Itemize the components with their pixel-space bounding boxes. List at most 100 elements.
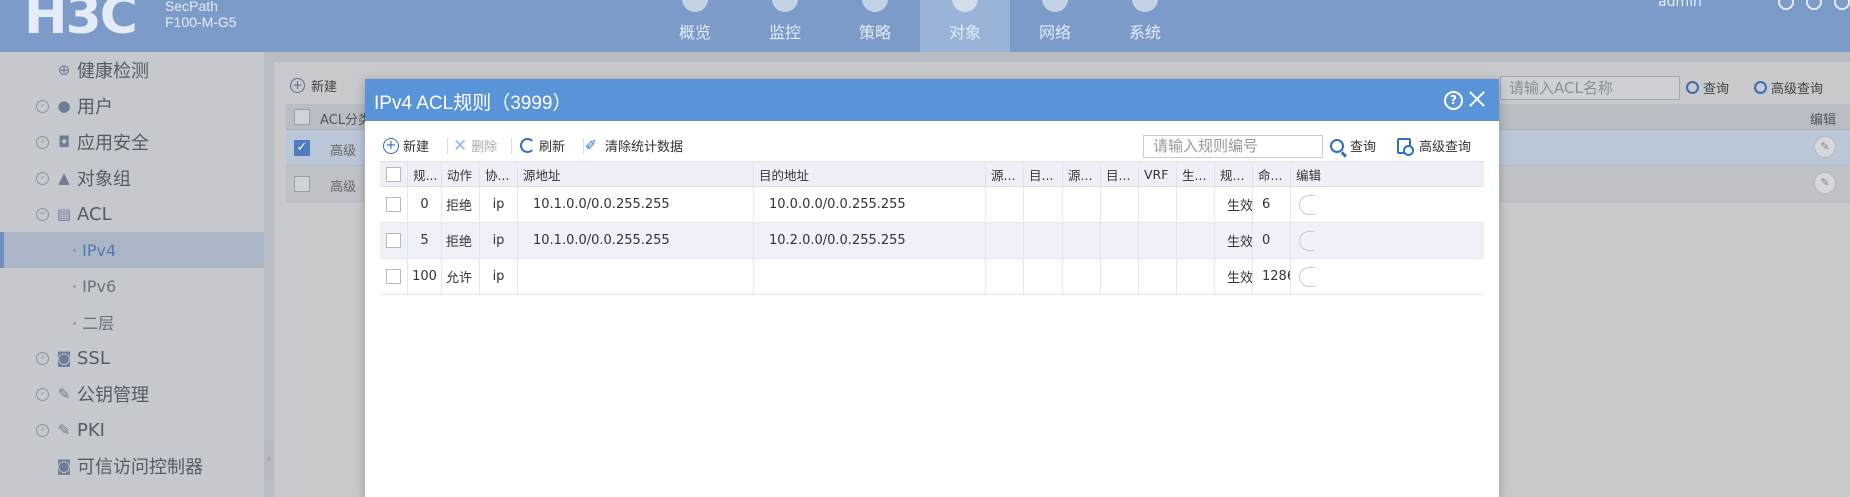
col-vrf[interactable]: VRF — [1139, 162, 1177, 186]
col-source-other[interactable]: 源... — [1063, 162, 1101, 186]
key-icon: ✎ — [57, 385, 71, 403]
row-checkbox[interactable]: ✓ — [294, 140, 310, 156]
table-row[interactable]: 0 拒绝 ip 10.1.0.0/0.0.255.255 10.0.0.0/0.… — [380, 187, 1484, 223]
policy-icon — [862, 0, 888, 12]
col-destination-other[interactable]: 目... — [1101, 162, 1139, 186]
bg-new-button[interactable]: 新建 — [311, 76, 337, 95]
close-icon[interactable] — [1467, 88, 1487, 110]
advanced-query-button[interactable]: 高级查询 — [1397, 136, 1471, 156]
row-checkbox[interactable] — [386, 269, 401, 284]
delete-icon: ✕ — [453, 135, 468, 156]
col-protocol[interactable]: 协... — [480, 162, 518, 186]
refresh-icon — [520, 138, 535, 153]
sidebar-item-acl[interactable]: − ▤ ACL — [0, 196, 264, 232]
rule-action: 允许 — [442, 259, 480, 294]
rule-destination: 10.0.0.0/0.0.255.255 — [754, 187, 986, 222]
expand-icon[interactable]: › — [36, 171, 49, 185]
col-effective-time[interactable]: 生... — [1177, 162, 1215, 186]
bg-query-button[interactable]: 查询 — [1686, 78, 1729, 97]
trusted-access-icon: ◙ — [56, 457, 72, 475]
sidebar-item-trusted-access[interactable]: ◙ 可信访问控制器 — [0, 448, 264, 484]
power-icon[interactable] — [1834, 0, 1850, 10]
sidebar-item-object-group[interactable]: › ▲ 对象组 — [0, 160, 264, 196]
edit-icon[interactable]: ✎ — [1814, 136, 1836, 158]
col-rule-status[interactable]: 规... — [1215, 162, 1253, 186]
refresh-button[interactable]: 刷新 — [520, 136, 565, 155]
acl-rules-dialog: IPv4 ACL规则（3999） ? + 新建 ✕ 删除 刷新 ✐ 清除统计数据 请输… — [365, 79, 1499, 497]
col-action[interactable]: 动作 — [442, 162, 480, 186]
sidebar-item-ipv4[interactable]: · IPv4 — [0, 232, 264, 268]
expand-icon[interactable]: › — [36, 387, 49, 401]
new-rule-button[interactable]: + 新建 — [383, 136, 429, 155]
rule-destination — [754, 259, 986, 294]
nav-overview[interactable]: 概览 — [650, 0, 740, 52]
header-tools: admin — [1658, 0, 1850, 10]
rule-protocol: ip — [480, 223, 518, 258]
delete-rule-button[interactable]: ✕ 删除 — [453, 136, 497, 155]
bg-advanced-query-button[interactable]: 高级查询 — [1754, 78, 1823, 97]
search-icon[interactable] — [1778, 0, 1794, 10]
sidebar-item-user[interactable]: › ● 用户 — [0, 88, 264, 124]
nav-network[interactable]: 网络 — [1010, 0, 1100, 52]
acl-icon: ▤ — [56, 205, 72, 223]
col-rule-id[interactable]: 规... — [408, 162, 442, 186]
rule-source — [518, 259, 754, 294]
expand-icon[interactable]: › — [36, 423, 49, 437]
col-source-port[interactable]: 源... — [986, 162, 1024, 186]
bg-toolbar: + 新建 — [290, 76, 337, 95]
table-row[interactable]: 5 拒绝 ip 10.1.0.0/0.0.255.255 10.2.0.0/0.… — [380, 223, 1484, 259]
col-source-address[interactable]: 源地址 — [518, 162, 754, 186]
search-icon — [1330, 138, 1344, 153]
nav-object[interactable]: 对象 — [920, 0, 1010, 52]
rule-protocol: ip — [480, 259, 518, 294]
nav-policy[interactable]: 策略 — [830, 0, 920, 52]
edit-icon[interactable]: ✎ — [1814, 172, 1836, 194]
sidebar-collapse-handle[interactable]: ‹ — [264, 440, 274, 480]
select-all-checkbox[interactable] — [294, 109, 310, 125]
select-all-checkbox[interactable] — [386, 166, 401, 182]
sidebar-item-health-check[interactable]: ⊕ 健康检测 — [0, 52, 264, 88]
user-icon: ● — [57, 97, 71, 115]
col-edit: 编辑 — [1296, 167, 1322, 183]
expand-icon[interactable]: › — [36, 99, 49, 113]
row-checkbox[interactable] — [386, 197, 401, 212]
query-button[interactable]: 查询 — [1330, 136, 1376, 155]
system-icon — [1132, 0, 1158, 12]
col-destination-port[interactable]: 目... — [1024, 162, 1063, 186]
rule-hits: 6 — [1253, 187, 1291, 222]
help-icon[interactable]: ? — [1444, 91, 1463, 110]
edit-button[interactable] — [1299, 230, 1315, 251]
advanced-search-icon — [1754, 81, 1767, 94]
edit-button[interactable] — [1299, 194, 1315, 215]
rule-status: 生效 — [1215, 187, 1253, 222]
user-menu[interactable]: admin — [1658, 0, 1766, 10]
toolbar-divider — [511, 138, 512, 154]
row-checkbox[interactable] — [294, 176, 310, 192]
nav-monitor[interactable]: 监控 — [740, 0, 830, 52]
col-destination-address[interactable]: 目的地址 — [754, 162, 986, 186]
sidebar-item-layer2[interactable]: · 二层 — [0, 304, 264, 340]
rule-status: 生效 — [1215, 223, 1253, 258]
expand-icon[interactable]: › — [36, 135, 49, 149]
nav-system[interactable]: 系统 — [1100, 0, 1190, 52]
sidebar-item-pki[interactable]: › ✎ PKI — [0, 412, 264, 448]
object-group-icon: ▲ — [58, 169, 70, 187]
row-checkbox[interactable] — [386, 233, 401, 248]
col-hit-count[interactable]: 命... — [1253, 162, 1291, 186]
device-model: SecPath F100-M-G5 — [165, 0, 237, 30]
sidebar-item-key-management[interactable]: › ✎ 公钥管理 — [0, 376, 264, 412]
expand-icon[interactable]: › — [36, 351, 49, 365]
dialog-toolbar: + 新建 ✕ 删除 刷新 ✐ 清除统计数据 — [365, 131, 1499, 161]
expand-icon[interactable]: − — [36, 207, 49, 221]
sidebar-item-ssl[interactable]: › ◙ SSL — [0, 340, 264, 376]
sidebar-item-ipv6[interactable]: · IPv6 — [0, 268, 264, 304]
sidebar-item-app-security[interactable]: › ◘ 应用安全 — [0, 124, 264, 160]
edit-button[interactable] — [1299, 266, 1315, 287]
rules-table-header: 规... 动作 协... 源地址 目的地址 源... 目... 源... 目..… — [380, 161, 1484, 187]
acl-name-search-input[interactable]: 请输入ACL名称 — [1500, 76, 1680, 100]
table-row[interactable]: 100 允许 ip 生效 1286 — [380, 259, 1484, 295]
help-icon[interactable] — [1806, 0, 1822, 10]
clear-stats-button[interactable]: ✐ 清除统计数据 — [585, 136, 683, 156]
rule-id-search-input[interactable]: 请输入规则编号 — [1143, 135, 1323, 158]
add-icon: + — [290, 78, 305, 93]
